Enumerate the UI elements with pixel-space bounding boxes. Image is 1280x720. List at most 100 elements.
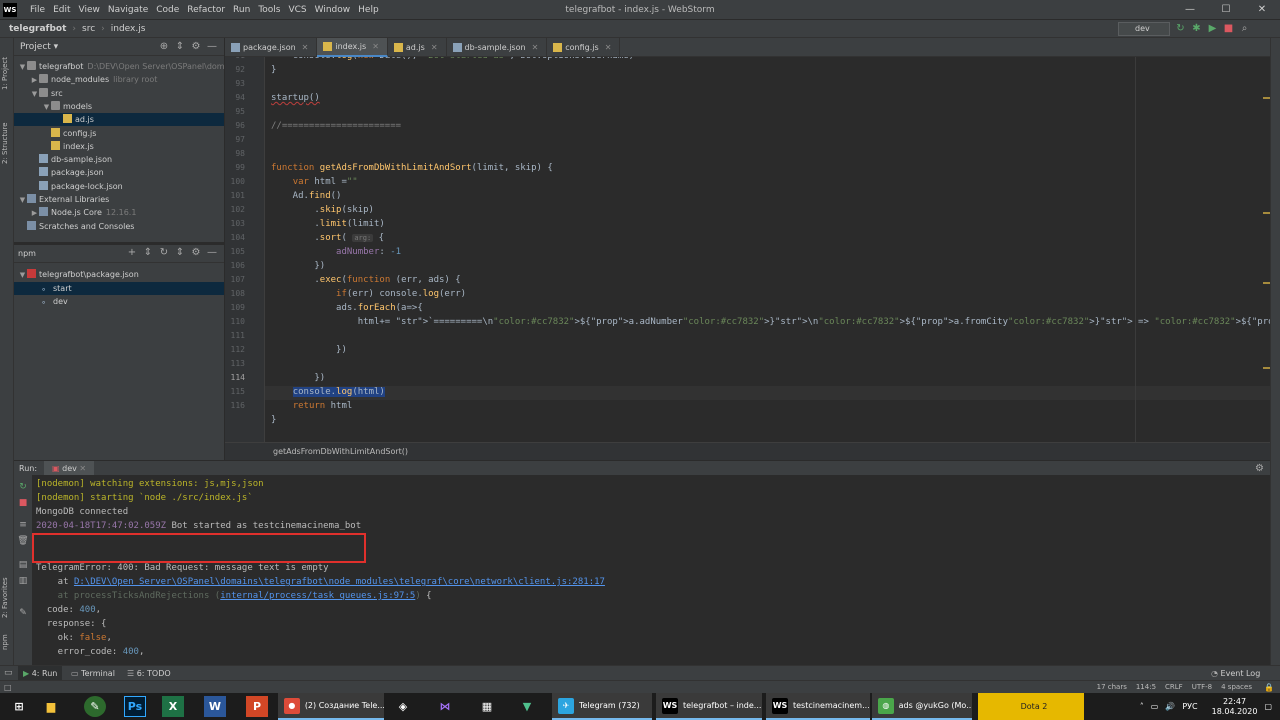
menu-item-code[interactable]: Code xyxy=(152,0,183,20)
menu-item-help[interactable]: Help xyxy=(354,0,383,20)
expand-arrow-icon[interactable]: ▼ xyxy=(18,194,27,207)
breadcrumb-project[interactable]: telegrafbot xyxy=(6,24,69,34)
close-tab-icon[interactable]: ✕ xyxy=(605,38,612,57)
project-tool-tab[interactable]: 1: Project xyxy=(1,44,13,104)
print-icon[interactable]: ▤ xyxy=(17,559,29,571)
npm-script-item[interactable]: ∘ dev xyxy=(14,295,224,308)
hide-icon[interactable]: — xyxy=(204,40,220,54)
close-tab-icon[interactable]: ✕ xyxy=(431,38,438,57)
expand-arrow-icon[interactable]: ▼ xyxy=(30,88,39,101)
menu-item-tools[interactable]: Tools xyxy=(254,0,284,20)
notifications-icon[interactable]: ▢ xyxy=(1264,702,1272,711)
editor-tab[interactable]: config.js ✕ xyxy=(547,38,621,57)
tool-window-icon[interactable]: ▭ xyxy=(4,668,13,678)
gear-icon[interactable]: ⚙ xyxy=(188,40,204,54)
tool-tab-terminal[interactable]: ▭ Terminal xyxy=(66,666,120,681)
expand-arrow-icon[interactable]: ▼ xyxy=(18,269,27,282)
refresh-icon[interactable]: ↻ xyxy=(156,247,172,258)
tool-tab-todo[interactable]: ☰ 6: TODO xyxy=(122,666,176,681)
taskbar-app[interactable]: ◍ ads @yukGo (Mo... xyxy=(872,693,972,720)
maximize-button[interactable]: ☐ xyxy=(1208,0,1244,20)
menu-item-navigate[interactable]: Navigate xyxy=(104,0,152,20)
close-tab-icon[interactable]: ✕ xyxy=(532,38,539,57)
layout-icon[interactable]: ▥ xyxy=(17,575,29,587)
tree-item[interactable]: ▶ node_modules library root xyxy=(14,73,224,86)
taskbar-app[interactable]: Dota 2 xyxy=(978,693,1084,720)
word-icon[interactable]: W xyxy=(204,696,226,717)
breadcrumb-src[interactable]: src xyxy=(79,24,98,34)
code-editor[interactable]: 91 92 93 94 95 96 97 98 99 100 101 102 103 104 105 106 1… xyxy=(225,57,1270,442)
gear-icon[interactable]: ⚙ xyxy=(188,247,204,258)
npm-tool-tab[interactable]: npm xyxy=(1,632,13,652)
expand-arrow-icon[interactable]: ▼ xyxy=(18,61,27,74)
close-window-button[interactable]: ✕ xyxy=(1244,0,1280,20)
stop-icon[interactable]: ■ xyxy=(1222,22,1235,36)
collapse-icon[interactable]: ⇕ xyxy=(172,40,188,54)
tree-item[interactable]: ▶ Node.js Core 12.16.1 xyxy=(14,206,224,219)
taskbar-app[interactable]: ✈ Telegram (732) xyxy=(552,693,652,720)
windows-start-icon[interactable]: ⊞ xyxy=(8,696,30,717)
taskbar-app[interactable]: ● (2) Создание Tele... xyxy=(278,693,384,720)
hide-icon[interactable]: — xyxy=(204,247,220,258)
tree-item[interactable]: index.js xyxy=(14,140,224,153)
taskbar-app[interactable]: WS telegrafbot – inde... xyxy=(656,693,762,720)
tool-tab-run[interactable]: ▶ 4: Run xyxy=(18,666,63,681)
editor-tab[interactable]: db-sample.json ✕ xyxy=(447,38,548,57)
warning-marker[interactable] xyxy=(1263,367,1270,369)
gear-icon[interactable]: ⚙ xyxy=(1255,461,1264,476)
coverage-icon[interactable]: ▶ xyxy=(1206,22,1219,36)
volume-icon[interactable]: 🔊 xyxy=(1165,702,1175,711)
clock[interactable]: 22:47 18.04.2020 xyxy=(1205,697,1258,717)
excel-icon[interactable]: X xyxy=(162,696,184,717)
pin-icon[interactable]: ✎ xyxy=(17,607,29,619)
tree-item[interactable]: ad.js xyxy=(14,113,224,127)
add-icon[interactable]: + xyxy=(124,247,140,258)
network-icon[interactable]: ▭ xyxy=(1151,702,1159,711)
menu-item-view[interactable]: View xyxy=(75,0,104,20)
vue-icon[interactable]: ▼ xyxy=(516,696,538,717)
editor-tab[interactable]: ad.js ✕ xyxy=(388,38,447,57)
tree-item[interactable]: config.js xyxy=(14,127,224,140)
menu-item-file[interactable]: File xyxy=(26,0,49,20)
tree-item[interactable]: ▼ models xyxy=(14,100,224,113)
visual-studio-icon[interactable]: ⋈ xyxy=(434,696,456,717)
npm-script-item[interactable]: ∘ start xyxy=(14,281,224,295)
powerpoint-icon[interactable]: P xyxy=(246,696,268,717)
menu-item-run[interactable]: Run xyxy=(229,0,254,20)
expand-arrow-icon[interactable]: ▼ xyxy=(42,101,51,114)
warning-marker[interactable] xyxy=(1263,282,1270,284)
editor-scrollbar-markers[interactable] xyxy=(1263,57,1270,442)
function-crumb[interactable]: getAdsFromDbWithLimitAndSort() xyxy=(273,443,408,461)
collapse-all-icon[interactable]: ⇕ xyxy=(172,247,188,258)
taskbar-app[interactable]: WS testcinemacinem... xyxy=(766,693,870,720)
unity-icon[interactable]: ◈ xyxy=(392,696,414,717)
collapse-icon[interactable]: ⇕ xyxy=(140,247,156,258)
run-configuration-select[interactable]: dev xyxy=(1118,22,1170,36)
tree-item[interactable]: package-lock.json xyxy=(14,180,224,193)
menu-item-edit[interactable]: Edit xyxy=(49,0,74,20)
tree-item[interactable]: ▼ telegrafbot D:\DEV\Open Server\OSPanel\d… xyxy=(14,60,241,74)
run-tab-dev[interactable]: ▣ dev ✕ xyxy=(44,461,95,476)
tree-item[interactable]: package.json xyxy=(14,166,224,179)
favorites-tool-tab[interactable]: 2: Favorites xyxy=(1,568,13,628)
trash-icon[interactable]: 🗑 xyxy=(17,535,29,547)
stop-icon[interactable]: ■ xyxy=(17,497,29,509)
warning-marker[interactable] xyxy=(1263,97,1270,99)
soft-wrap-icon[interactable]: ≡ xyxy=(17,519,29,531)
editor-tab[interactable]: index.js ✕ xyxy=(317,38,388,57)
tree-item[interactable]: ▼ src xyxy=(14,87,224,100)
editor-tab[interactable]: package.json ✕ xyxy=(225,38,318,57)
close-tab-icon[interactable]: ✕ xyxy=(372,37,379,56)
menu-item-window[interactable]: Window xyxy=(311,0,355,20)
warning-marker[interactable] xyxy=(1263,212,1270,214)
rerun-icon[interactable]: ↻ xyxy=(1174,22,1187,36)
tree-item[interactable]: ▼ External Libraries xyxy=(14,193,224,206)
tray-arrow-icon[interactable]: ˄ xyxy=(1140,702,1144,711)
console-output[interactable]: [nodemon] watching extensions: js,mjs,js… xyxy=(32,475,1270,665)
minimize-button[interactable]: — xyxy=(1172,0,1208,20)
debug-icon[interactable]: ✱ xyxy=(1190,22,1203,36)
app-icon[interactable]: ✎ xyxy=(84,696,106,717)
locate-icon[interactable]: ⊕ xyxy=(156,40,172,54)
expand-arrow-icon[interactable]: ▶ xyxy=(30,74,39,87)
tree-item[interactable]: db-sample.json xyxy=(14,153,224,166)
